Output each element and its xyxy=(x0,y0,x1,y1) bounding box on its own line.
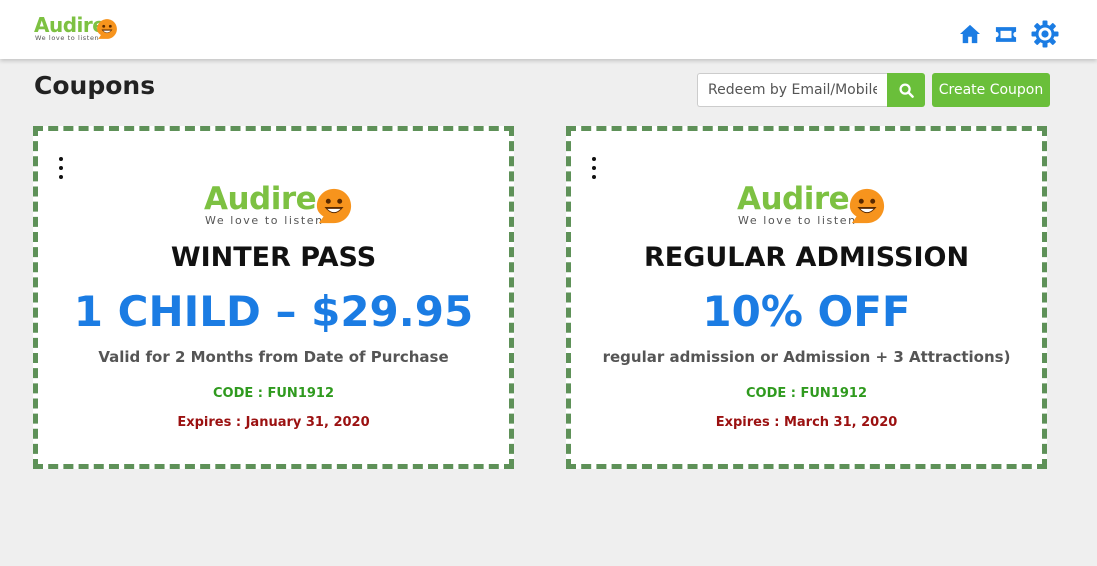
gear-icon[interactable] xyxy=(1031,20,1059,48)
coupon-card: Audire We love to listen REGULAR ADMISSI… xyxy=(566,126,1047,469)
coupon-logo: Audire We love to listen xyxy=(737,184,887,228)
smiley-bubble-icon xyxy=(849,188,885,224)
audire-logo[interactable]: Audire We love to listen xyxy=(34,15,124,43)
coupon-card: Audire We love to listen WINTER PASS 1 C… xyxy=(33,126,514,469)
header-nav xyxy=(959,18,1059,50)
coupon-logo: Audire We love to listen xyxy=(204,184,354,228)
top-bar: Audire We love to listen xyxy=(0,0,1097,59)
home-icon[interactable] xyxy=(959,24,981,44)
coupon-expiry: Expires : March 31, 2020 xyxy=(715,415,898,430)
create-coupon-button[interactable]: Create Coupon xyxy=(932,73,1050,107)
coupon-code: CODE : FUN1912 xyxy=(212,386,334,401)
coupon-code: CODE : FUN1912 xyxy=(745,386,867,401)
coupon-description: regular admission or Admission + 3 Attra… xyxy=(602,348,1011,366)
page-title: Coupons xyxy=(34,71,156,100)
search-button[interactable] xyxy=(887,73,925,107)
logo-brand-text: Audire xyxy=(34,13,106,37)
coupon-title: REGULAR ADMISSION xyxy=(643,242,970,273)
coupon-title: WINTER PASS xyxy=(170,242,377,273)
coupon-offer: 10% OFF xyxy=(702,287,911,336)
logo-brand-text: Audire xyxy=(204,181,317,217)
logo-brand-text: Audire xyxy=(737,181,850,217)
coupon-offer: 1 CHILD – $29.95 xyxy=(73,287,474,336)
logo-tagline: We love to listen xyxy=(35,34,100,42)
coupon-description: Valid for 2 Months from Date of Purchase xyxy=(98,348,449,366)
kebab-menu-icon[interactable] xyxy=(590,157,598,179)
redeem-input[interactable] xyxy=(697,73,887,107)
smiley-bubble-icon xyxy=(97,19,117,39)
search-icon xyxy=(898,82,914,98)
logo-tagline: We love to listen xyxy=(738,214,857,227)
coupon-expiry: Expires : January 31, 2020 xyxy=(177,415,370,430)
redeem-search-group xyxy=(697,73,925,107)
ticket-icon[interactable] xyxy=(995,26,1017,43)
logo-tagline: We love to listen xyxy=(205,214,324,227)
kebab-menu-icon[interactable] xyxy=(57,157,65,179)
smiley-bubble-icon xyxy=(316,188,352,224)
